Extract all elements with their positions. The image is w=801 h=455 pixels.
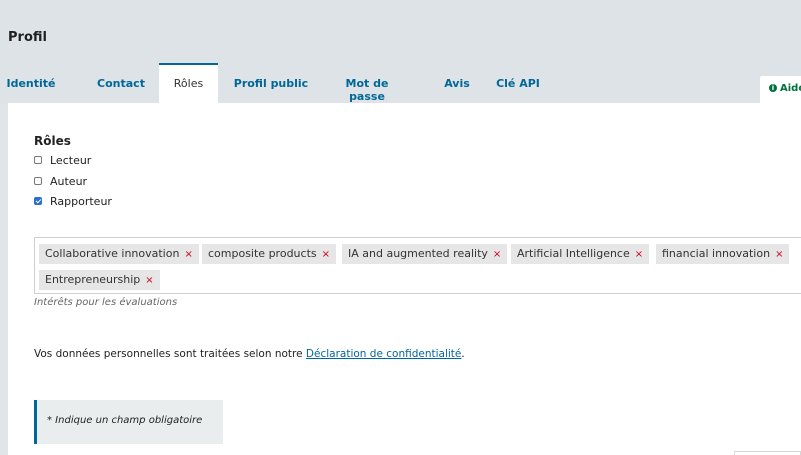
remove-tag-icon[interactable]: × xyxy=(493,249,501,260)
interest-tag: Collaborative innovation × xyxy=(39,244,199,264)
role-label: Lecteur xyxy=(50,153,92,167)
tab-bar: Identité Contact Rôles Profil public Mot… xyxy=(0,63,801,104)
privacy-policy-link[interactable]: Déclaration de confidentialité xyxy=(306,348,461,360)
privacy-text: Vos données personnelles sont traitées s… xyxy=(34,348,306,360)
remove-tag-icon[interactable]: × xyxy=(635,249,643,260)
role-label: Auteur xyxy=(50,174,88,188)
interest-tag: financial innovation × xyxy=(656,244,790,264)
remove-tag-icon[interactable]: × xyxy=(184,249,192,260)
remove-tag-icon[interactable]: × xyxy=(145,275,153,286)
interest-tag: composite products × xyxy=(202,244,336,264)
role-checkbox-auteur[interactable]: Auteur xyxy=(34,173,87,189)
checkbox-checked-icon[interactable] xyxy=(34,197,42,205)
privacy-notice: Vos données personnelles sont traitées s… xyxy=(34,348,465,360)
tag-label: composite products xyxy=(208,247,317,260)
help-button[interactable]: iAide xyxy=(760,76,801,104)
tab-avis[interactable]: Avis xyxy=(440,63,474,104)
interest-tag: Entrepreneurship × xyxy=(39,270,160,290)
interests-tag-input[interactable]: Collaborative innovation × composite prod… xyxy=(34,237,801,294)
tag-label: IA and augmented reality xyxy=(348,247,488,260)
roles-heading: Rôles xyxy=(34,134,71,148)
tab-cle-api[interactable]: Clé API xyxy=(492,63,544,104)
required-field-note: * Indique un champ obligatoire xyxy=(34,400,223,444)
remove-tag-icon[interactable]: × xyxy=(322,249,330,260)
interests-description: Intérêts pour les évaluations xyxy=(34,297,178,308)
submit-button-edge[interactable] xyxy=(734,451,801,455)
tab-identite[interactable]: Identité xyxy=(0,63,62,104)
page-title: Profil xyxy=(8,30,47,45)
checkbox-icon[interactable] xyxy=(34,177,42,185)
tag-label: financial innovation xyxy=(662,247,771,260)
checkbox-icon[interactable] xyxy=(34,156,42,164)
tag-label: Artificial Intelligence xyxy=(517,247,630,260)
interest-tag: IA and augmented reality × xyxy=(342,244,508,264)
tab-roles[interactable]: Rôles xyxy=(159,63,218,104)
tab-contact[interactable]: Contact xyxy=(86,63,156,104)
role-checkbox-lecteur[interactable]: Lecteur xyxy=(34,152,91,168)
tag-label: Collaborative innovation xyxy=(45,247,180,260)
role-checkbox-rapporteur[interactable]: Rapporteur xyxy=(34,193,112,209)
privacy-suffix: . xyxy=(461,348,465,360)
interest-tag: Artificial Intelligence × xyxy=(511,244,650,264)
roles-panel: Rôles Lecteur Auteur Rapporteur Collabor… xyxy=(8,103,801,455)
info-icon: i xyxy=(769,84,777,92)
tag-label: Entrepreneurship xyxy=(45,273,141,286)
role-label: Rapporteur xyxy=(50,194,112,208)
help-label: Aide xyxy=(780,83,801,94)
tab-mot-de-passe[interactable]: Mot de passe xyxy=(326,63,408,104)
remove-tag-icon[interactable]: × xyxy=(775,249,783,260)
tab-profil-public[interactable]: Profil public xyxy=(226,63,316,104)
